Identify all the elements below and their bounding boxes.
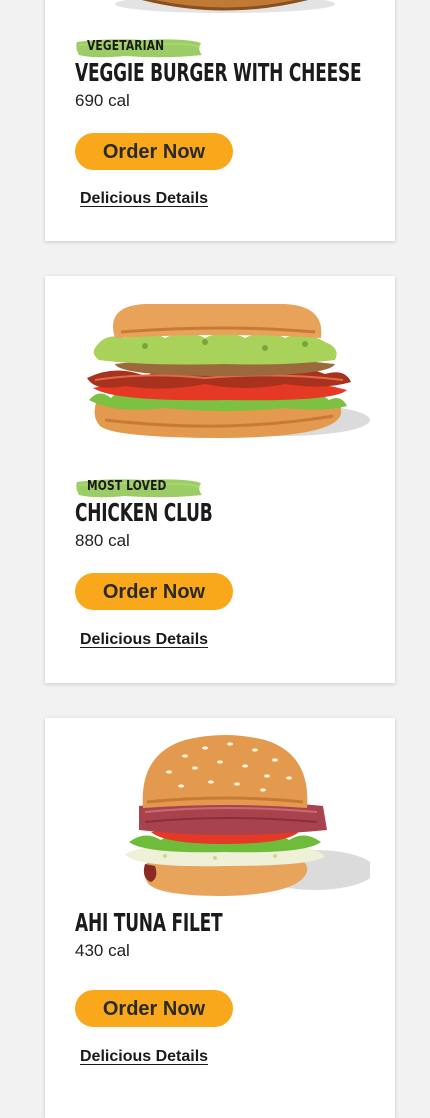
- badge-label: VEGETARIAN: [87, 39, 165, 54]
- menu-card-ahi-tuna-filet: AHI TUNA FILET 430 cal Order Now Delicio…: [45, 718, 395, 1118]
- most-loved-badge: MOST LOVED: [75, 477, 205, 499]
- menu-card-chicken-club: MOST LOVED CHICKEN CLUB 880 cal Order No…: [45, 276, 395, 683]
- menu-card-veggie-burger: VEGETARIAN VEGGIE BURGER WITH CHEESE 690…: [45, 0, 395, 241]
- item-name: AHI TUNA FILET: [75, 908, 223, 937]
- chicken-club-image[interactable]: [85, 302, 370, 442]
- ahi-tuna-filet-image[interactable]: [85, 732, 370, 898]
- order-now-button[interactable]: Order Now: [75, 573, 233, 610]
- badge-label: MOST LOVED: [87, 479, 167, 494]
- delicious-details-link[interactable]: Delicious Details: [80, 1048, 208, 1066]
- order-now-button[interactable]: Order Now: [75, 133, 233, 170]
- delicious-details-link[interactable]: Delicious Details: [80, 190, 208, 208]
- item-name: VEGGIE BURGER WITH CHEESE: [75, 58, 362, 87]
- item-name: CHICKEN CLUB: [75, 498, 213, 527]
- vegetarian-badge: VEGETARIAN: [75, 37, 205, 59]
- item-calories: 430 cal: [75, 941, 130, 960]
- item-calories: 880 cal: [75, 531, 130, 550]
- item-calories: 690 cal: [75, 91, 130, 110]
- order-now-button[interactable]: Order Now: [75, 990, 233, 1027]
- veggie-burger-image[interactable]: [85, 0, 365, 20]
- delicious-details-link[interactable]: Delicious Details: [80, 631, 208, 649]
